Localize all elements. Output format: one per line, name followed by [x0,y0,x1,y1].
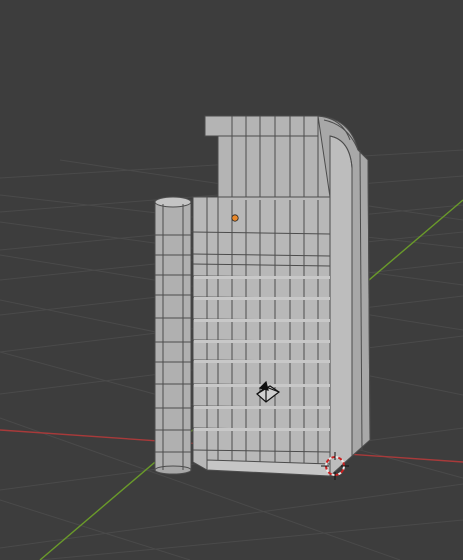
building-model[interactable] [154,115,371,478]
3d-viewport[interactable] [0,0,463,560]
front-facade[interactable] [192,196,331,477]
object-origin-dot[interactable] [231,214,239,222]
viewport-canvas[interactable] [0,0,463,560]
roof-block[interactable] [204,115,331,198]
